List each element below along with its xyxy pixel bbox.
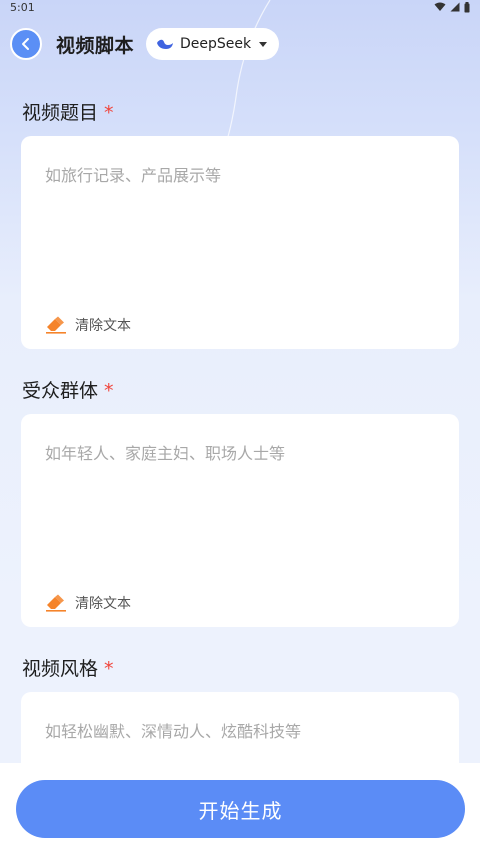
video-title-placeholder: 如旅行记录、产品展示等 (45, 166, 222, 185)
signal-icon (450, 2, 460, 12)
audience-input[interactable]: 如年轻人、家庭主妇、职场人士等 清除文本 (21, 414, 459, 627)
decorative-curve (226, 0, 271, 140)
clear-text-button[interactable]: 清除文本 (45, 315, 131, 335)
start-generate-button[interactable]: 开始生成 (16, 780, 465, 838)
chevron-down-icon (259, 41, 268, 47)
video-title-input[interactable]: 如旅行记录、产品展示等 清除文本 (21, 136, 459, 349)
eraser-icon (46, 316, 66, 334)
back-button[interactable] (10, 28, 42, 60)
field-label-text: 视频题目 (22, 102, 99, 124)
model-selector[interactable]: DeepSeek (146, 28, 280, 60)
field-label-text: 视频风格 (22, 658, 99, 680)
status-bar: 5:01 (0, 0, 480, 14)
battery-icon (464, 1, 470, 12)
header: 视频脚本 DeepSeek (10, 26, 280, 62)
field-label-video-title: 视频题目 * (22, 98, 114, 125)
field-label-audience: 受众群体 * (22, 376, 114, 403)
field-label-video-style: 视频风格 * (22, 654, 114, 681)
status-time: 5:01 (10, 0, 35, 14)
wifi-icon (434, 2, 446, 11)
clear-text-button[interactable]: 清除文本 (45, 593, 131, 613)
model-label: DeepSeek (180, 36, 252, 52)
chevron-left-icon (22, 38, 29, 50)
clear-text-label: 清除文本 (75, 318, 131, 334)
eraser-icon (46, 594, 66, 612)
required-mark: * (104, 102, 114, 124)
required-mark: * (104, 380, 114, 402)
audience-placeholder: 如年轻人、家庭主妇、职场人士等 (45, 444, 286, 463)
status-icons (434, 1, 470, 13)
clear-text-label: 清除文本 (75, 596, 131, 612)
field-label-text: 受众群体 (22, 380, 99, 402)
video-style-placeholder: 如轻松幽默、深情动人、炫酷科技等 (45, 722, 302, 741)
required-mark: * (104, 658, 114, 680)
whale-icon (157, 39, 174, 49)
page-title: 视频脚本 (56, 34, 135, 57)
